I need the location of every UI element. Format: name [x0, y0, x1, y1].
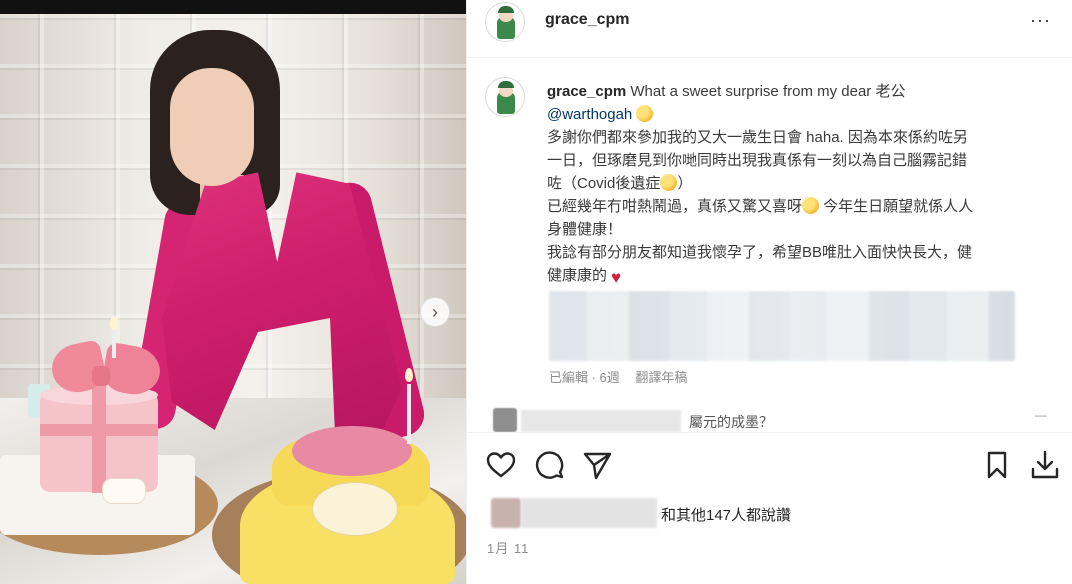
likes-row[interactable]: 和其他147人都說讚 — [485, 496, 1045, 530]
caption-text-1: What a sweet surprise from my dear 老公 — [626, 83, 906, 100]
caption-text-6b: 今年生日願望就係人人 — [819, 198, 974, 215]
kissing-emoji-icon — [636, 105, 654, 122]
photo-candle-right — [407, 384, 411, 444]
photo-woman — [128, 30, 429, 442]
photo-cake-tag — [102, 478, 146, 504]
post-photo[interactable]: › — [0, 0, 466, 584]
photo-ribbon-horizontal — [40, 424, 158, 436]
caption-mention-link[interactable]: @warthogah — [547, 106, 632, 123]
bookmark-icon[interactable] — [981, 449, 1013, 481]
photo-top-bar — [0, 0, 466, 14]
caption-text-5a: 咗（Covid後遺症 — [547, 175, 661, 192]
caption-line-4: 一日，但琢磨見到你哋同時出現我真係有一刻以為自己腦霧記錯 — [547, 152, 968, 169]
caption-avatar-icon[interactable] — [485, 77, 525, 117]
header-username[interactable]: grace_cpm — [545, 11, 630, 29]
comment-more-indicator[interactable]: — — [1035, 408, 1047, 422]
red-heart-emoji-icon: ♥ — [610, 268, 622, 287]
photo-ribbon-vertical — [92, 385, 106, 493]
caption-line-3: 多謝你們都來參加我的又大一歲生日會 haha. 因為本來係約咗另 — [547, 129, 968, 146]
caption-line-9: 健康康的 ♥ — [547, 264, 1047, 287]
caption-line-2: @warthogah — [547, 103, 1047, 126]
caption-meta: 已編輯 · 6週 翻譯年稿 — [549, 367, 699, 386]
comment-preview-row[interactable]: 屬元的成墨？ — — [493, 406, 1053, 432]
heart-icon[interactable] — [485, 449, 517, 481]
likes-count-text[interactable]: 和其他147人都說讚 — [661, 504, 791, 525]
translate-link[interactable]: 翻譯年稿 — [635, 370, 687, 385]
caption-text-5b: ） — [677, 175, 693, 192]
liker-name-blurred — [521, 498, 657, 528]
caption-line-6: 已經幾年冇咁熱鬧過，真係又驚又喜呀 今年生日願望就係人人 — [547, 195, 1047, 218]
post-caption: grace_cpm What a sweet surprise from my … — [547, 80, 1047, 287]
post-panel: grace_cpm ··· grace_cpm What a sweet sur… — [466, 0, 1072, 584]
photo-flame-right — [405, 368, 413, 382]
post-header: grace_cpm ··· — [467, 0, 1072, 58]
caption-line-8: 我諗有部分朋友都知道我懷孕了，希望BB唯肚入面快快長大，健 — [547, 244, 973, 261]
photo-cake-plaque — [312, 482, 398, 536]
paper-plane-icon[interactable] — [581, 449, 613, 481]
cartoon-avatar-icon[interactable] — [485, 2, 525, 42]
caption-line-5: 咗（Covid後遺症 ） — [547, 172, 1047, 195]
chevron-right-icon[interactable]: › — [420, 297, 450, 327]
caption-text-9: 健康康的 — [547, 267, 608, 284]
crying-laughing-emoji-icon — [660, 174, 678, 191]
download-icon[interactable] — [1029, 449, 1061, 481]
comment-bubble-icon[interactable] — [533, 449, 565, 481]
post-date: 1月 11 — [487, 541, 530, 556]
party-face-emoji-icon — [802, 197, 820, 214]
photo-flame-left — [110, 316, 118, 330]
action-bar — [467, 432, 1072, 494]
blurred-hashtags — [549, 291, 1015, 361]
comment-preview-text: 屬元的成墨？ — [689, 414, 773, 430]
caption-username[interactable]: grace_cpm — [547, 83, 626, 100]
photo-cake-flower-top — [292, 426, 412, 476]
comment-username-blurred — [521, 410, 681, 432]
more-options-icon[interactable]: ··· — [1030, 10, 1051, 31]
comment-avatar-blurred — [493, 408, 517, 432]
photo-bow-knot — [92, 366, 110, 386]
edited-label: 已編輯 · 6週 — [549, 370, 620, 385]
liker-avatar-blurred — [491, 498, 521, 528]
caption-line-1: grace_cpm What a sweet surprise from my … — [547, 80, 1047, 103]
photo-candle-left — [112, 330, 116, 358]
caption-text-6a: 已經幾年冇咁熱鬧過，真係又驚又喜呀 — [547, 198, 803, 215]
caption-line-7: 身體健康！ — [547, 221, 623, 238]
photo-face — [170, 68, 254, 186]
